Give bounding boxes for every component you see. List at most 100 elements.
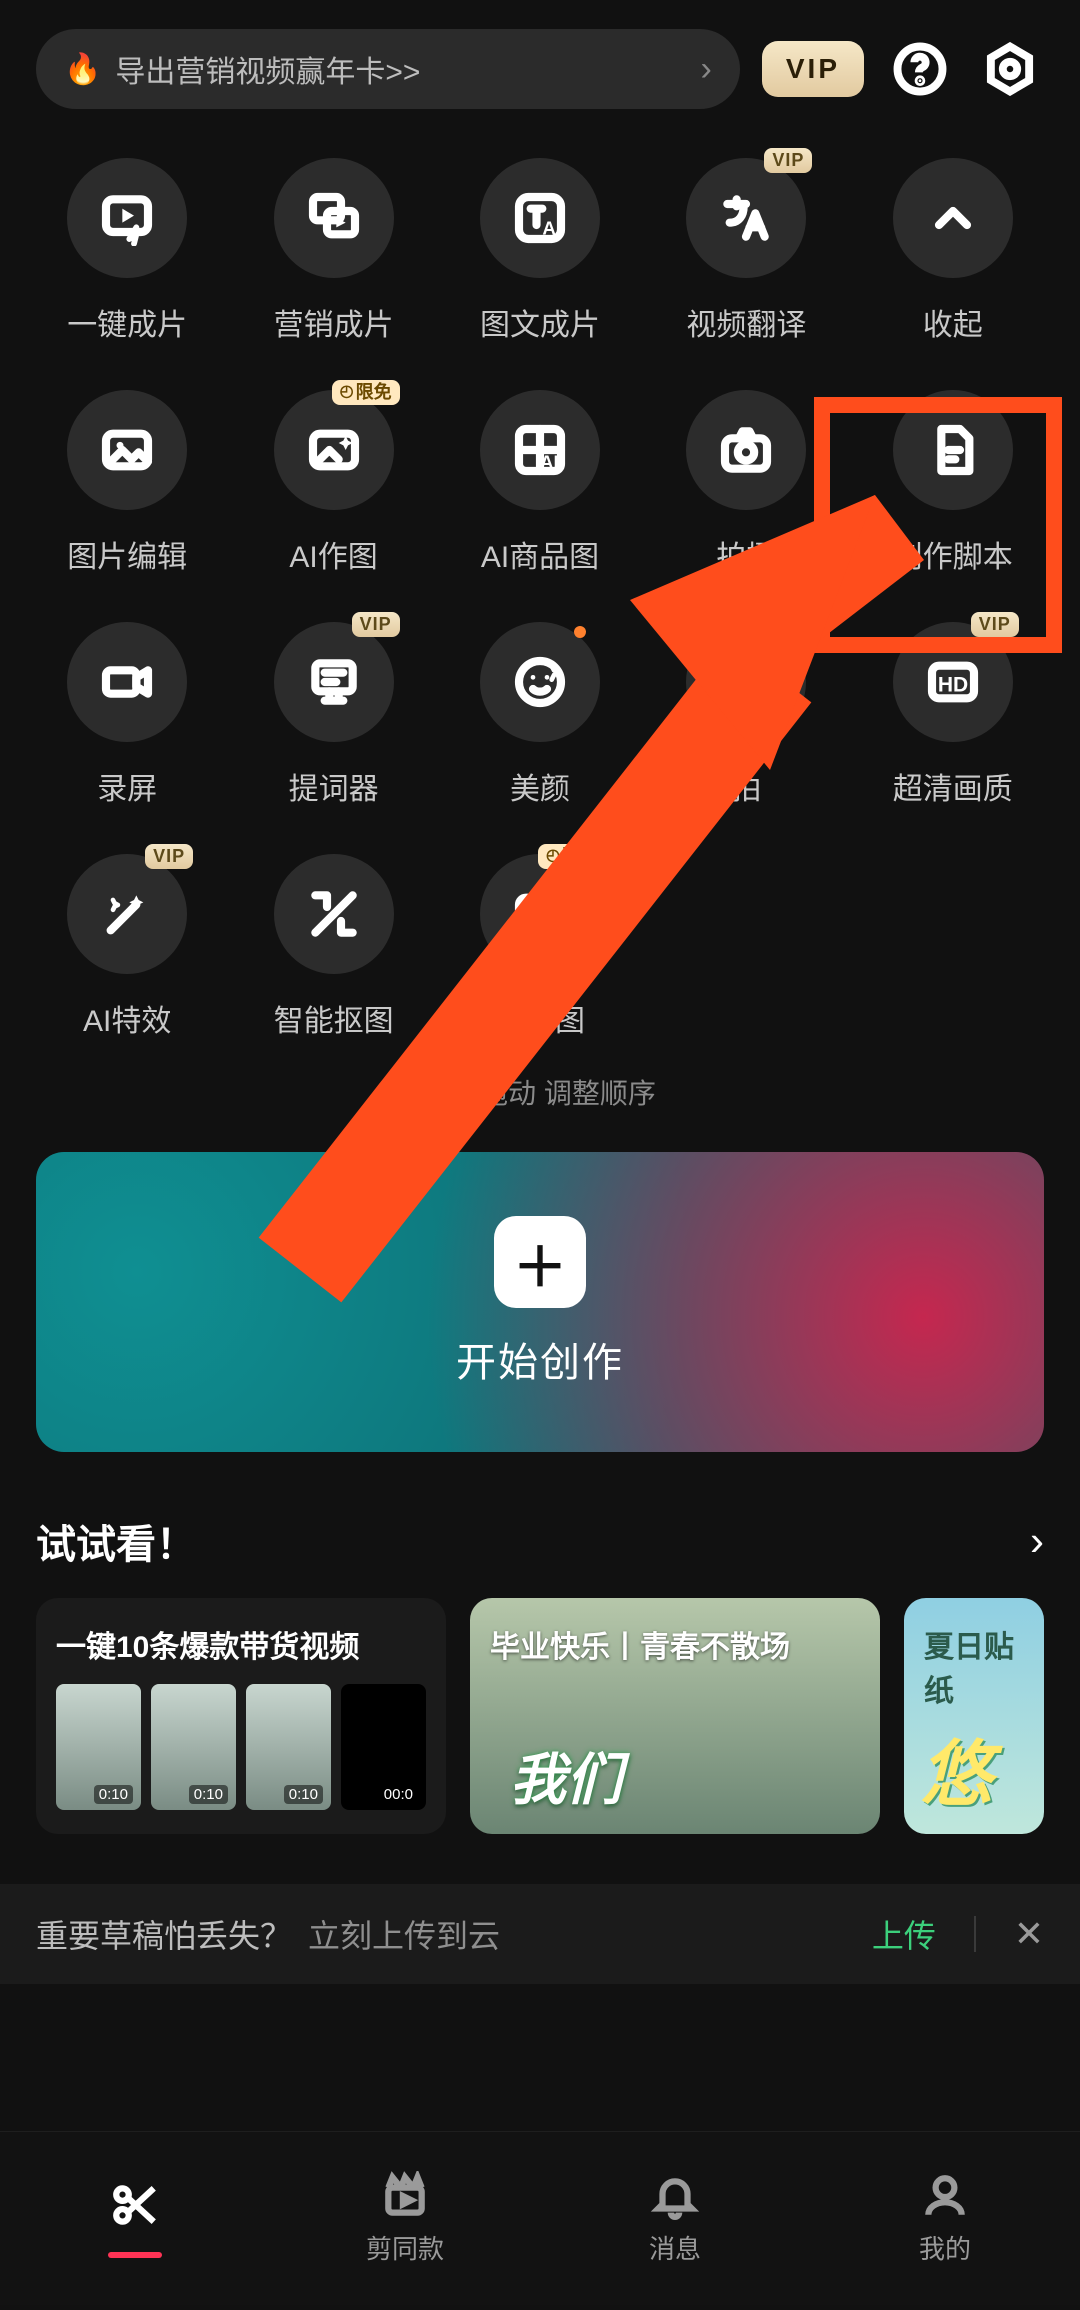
tryit-title: 试试看！ [36,1512,196,1570]
tool-label: 创作脚本 [893,532,1013,576]
tool-ai-fx[interactable]: VIP AI特效 [24,846,230,1048]
nav-label: 消息 [649,2229,701,2266]
cam-icon [67,622,187,742]
tryit-card[interactable]: 一键10条爆款带货视频 [36,1598,446,1834]
video-thumb [246,1684,331,1810]
start-create-banner[interactable]: ＋ 开始创作 [36,1152,1044,1452]
card-calligraphy: 我们 [510,1735,622,1816]
prompter-icon: VIP [274,622,394,742]
bottom-nav: 剪同款 消息 我的 [0,2131,1080,2305]
vip-badge: VIP [764,148,812,173]
notification-dot [574,626,586,638]
tryit-card[interactable]: 毕业快乐丨青春不散场 我们 [470,1598,880,1834]
grid-ai-icon [480,390,600,510]
tool-label: 图片编辑 [67,532,187,576]
tryit-section: 试试看！ › 一键10条爆款带货视频 毕业快乐丨青春不散场 我们 夏日贴纸 悠 [0,1452,1080,1834]
hd-icon: VIP [893,622,1013,742]
play-bolt-icon [67,158,187,278]
vip-badge: VIP [145,844,193,869]
tool-collapse[interactable]: 收起 [850,150,1056,352]
tool-label: 超清图 [495,996,585,1040]
chevron-right-icon[interactable]: › [1030,1517,1044,1565]
tool-label: AI商品图 [481,532,599,576]
tool-marketing-clip[interactable]: 营销成片 [230,150,436,352]
tool-label: AI特效 [83,996,171,1040]
close-icon[interactable]: ✕ [1014,1913,1044,1955]
tool-smart-cutout[interactable]: 智能抠图 [230,846,436,1048]
fire-icon: 🔥 [64,52,101,87]
nav-label: 我的 [919,2229,971,2266]
card-calligraphy: 悠 [920,1715,992,1820]
user-icon [920,2171,970,2221]
tool-label: 收起 [923,300,983,344]
img-hd-icon: ◴限免 [480,854,600,974]
tool-one-click-clip[interactable]: 一键成片 [24,150,230,352]
video-thumb [341,1684,426,1810]
vip-badge[interactable]: VIP [762,41,864,97]
nav-template[interactable]: 剪同款 [270,2171,540,2266]
upload-link[interactable]: 上传 [872,1911,936,1957]
tool-image-text-clip[interactable]: 图文成片 [437,150,643,352]
cutout-icon [274,854,394,974]
tool-shoot[interactable]: 拍摄 [643,382,849,584]
tool-screen-record[interactable]: 录屏 [24,614,230,816]
tool-label: 一键成片 [67,300,187,344]
tool-label: 智能抠图 [274,996,394,1040]
cloud-answer: 立刻上传到云 [308,1911,500,1957]
card-title: 毕业快乐丨青春不散场 [490,1622,790,1666]
tool-label: 视频翻译 [686,300,806,344]
tool-teleprompter[interactable]: VIP 提词器 [230,614,436,816]
tool-label: 图文成片 [480,300,600,344]
bell-icon [650,2171,700,2221]
vip-badge: VIP [352,612,400,637]
tool-label: 超清画质 [893,764,1013,808]
tool-hd-quality[interactable]: VIP 超清画质 [850,614,1056,816]
tool-label: 美颜 [510,764,570,808]
promo-pill[interactable]: 🔥 导出营销视频赢年卡>> › [36,29,740,109]
face-icon [480,622,600,742]
nav-label: 剪同款 [366,2229,444,2266]
dup-play-icon [274,158,394,278]
image-icon [67,390,187,510]
divider [974,1916,976,1952]
limited-free-badge: ◴限免 [332,380,400,405]
smiley-icon [686,622,806,742]
nav-edit[interactable] [0,2180,270,2258]
card-title: 夏日贴纸 [924,1622,1024,1710]
vip-badge: VIP [971,612,1019,637]
scissors-icon [110,2180,160,2230]
tool-label: 拍 [731,764,761,808]
tool-label: 拍摄 [716,532,776,576]
tryit-card[interactable]: 夏日贴纸 悠 [904,1598,1044,1834]
settings-icon[interactable] [976,35,1044,103]
image-ai-icon: ◴限免 [274,390,394,510]
cloud-question: 重要草稿怕丢失？ [36,1911,292,1957]
limited-free-badge: ◴限免 [538,844,606,869]
start-create-label: 开始创作 [456,1330,624,1388]
nav-messages[interactable]: 消息 [540,2171,810,2266]
clapper-icon [380,2171,430,2221]
help-icon[interactable] [886,35,954,103]
t-ai-icon [480,158,600,278]
video-thumb [151,1684,236,1810]
tool-label: 营销成片 [274,300,394,344]
tool-video-translate[interactable]: VIP 视频翻译 [643,150,849,352]
tool-virtual-shoot[interactable]: 拍 [643,614,849,816]
file-icon [893,390,1013,510]
tool-hd-image[interactable]: ◴限免超清图 [437,846,643,1048]
chev-up-icon [893,158,1013,278]
tool-beauty[interactable]: 美颜 [437,614,643,816]
tool-label: 录屏 [97,764,157,808]
chevron-right-icon: › [701,50,712,89]
tool-label: 提词器 [289,764,379,808]
tool-ai-product-img[interactable]: AI商品图 [437,382,643,584]
tool-ai-draw[interactable]: ◴限免 AI作图 [230,382,436,584]
tool-grid-section: 一键成片 营销成片 图文成片 VIP 视频翻译 收起图片编辑 ◴限免 AI作图 AI商品图 拍摄 创… [0,120,1080,1142]
wand-icon: VIP [67,854,187,974]
promo-text: 导出营销视频赢年卡>> [115,47,420,91]
tool-create-script[interactable]: 创作脚本 [850,382,1056,584]
tool-photo-edit[interactable]: 图片编辑 [24,382,230,584]
nav-me[interactable]: 我的 [810,2171,1080,2266]
tool-label: AI作图 [289,532,377,576]
camera-icon [686,390,806,510]
